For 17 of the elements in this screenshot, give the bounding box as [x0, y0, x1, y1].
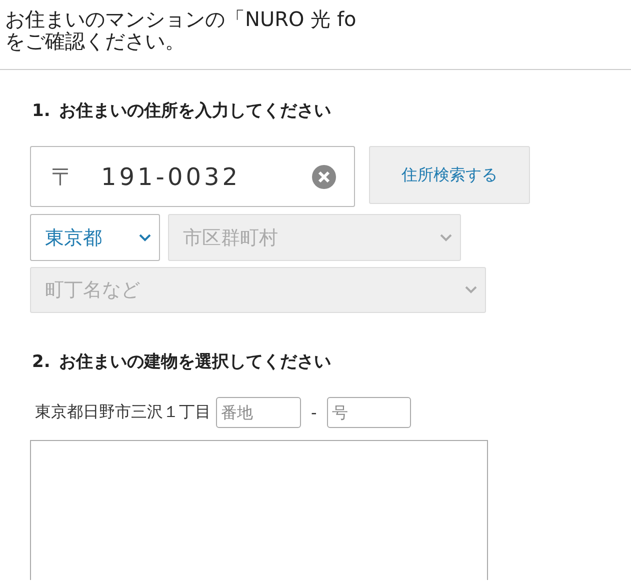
chevron-down-icon [465, 286, 477, 294]
step-heading: 2. お住まいの建物を選択してください [32, 351, 332, 373]
chevron-down-icon [139, 234, 151, 242]
address-search-button[interactable]: 住所検索する [369, 146, 530, 204]
page-title: お住まいのマンションの「NURO 光 fo [5, 8, 358, 30]
banchi-field[interactable]: 番地 [216, 397, 301, 428]
postal-mark-icon: 〒 [51, 160, 75, 192]
separator: - [311, 403, 317, 422]
postal-code-field[interactable]: 〒 191-0032 [30, 146, 355, 207]
page-title: をご確認ください。 [5, 30, 186, 52]
address-prefix: 東京都日野市三沢１丁目 [35, 402, 211, 423]
chevron-down-icon [440, 234, 452, 242]
go-field[interactable]: 号 [326, 397, 411, 428]
clear-icon[interactable] [312, 164, 336, 188]
step-heading: 1. お住まいの住所を入力してください [32, 100, 332, 122]
dropdown[interactable]: 東京都 [30, 214, 160, 261]
postal-code-value: 191-0032 [101, 162, 242, 190]
